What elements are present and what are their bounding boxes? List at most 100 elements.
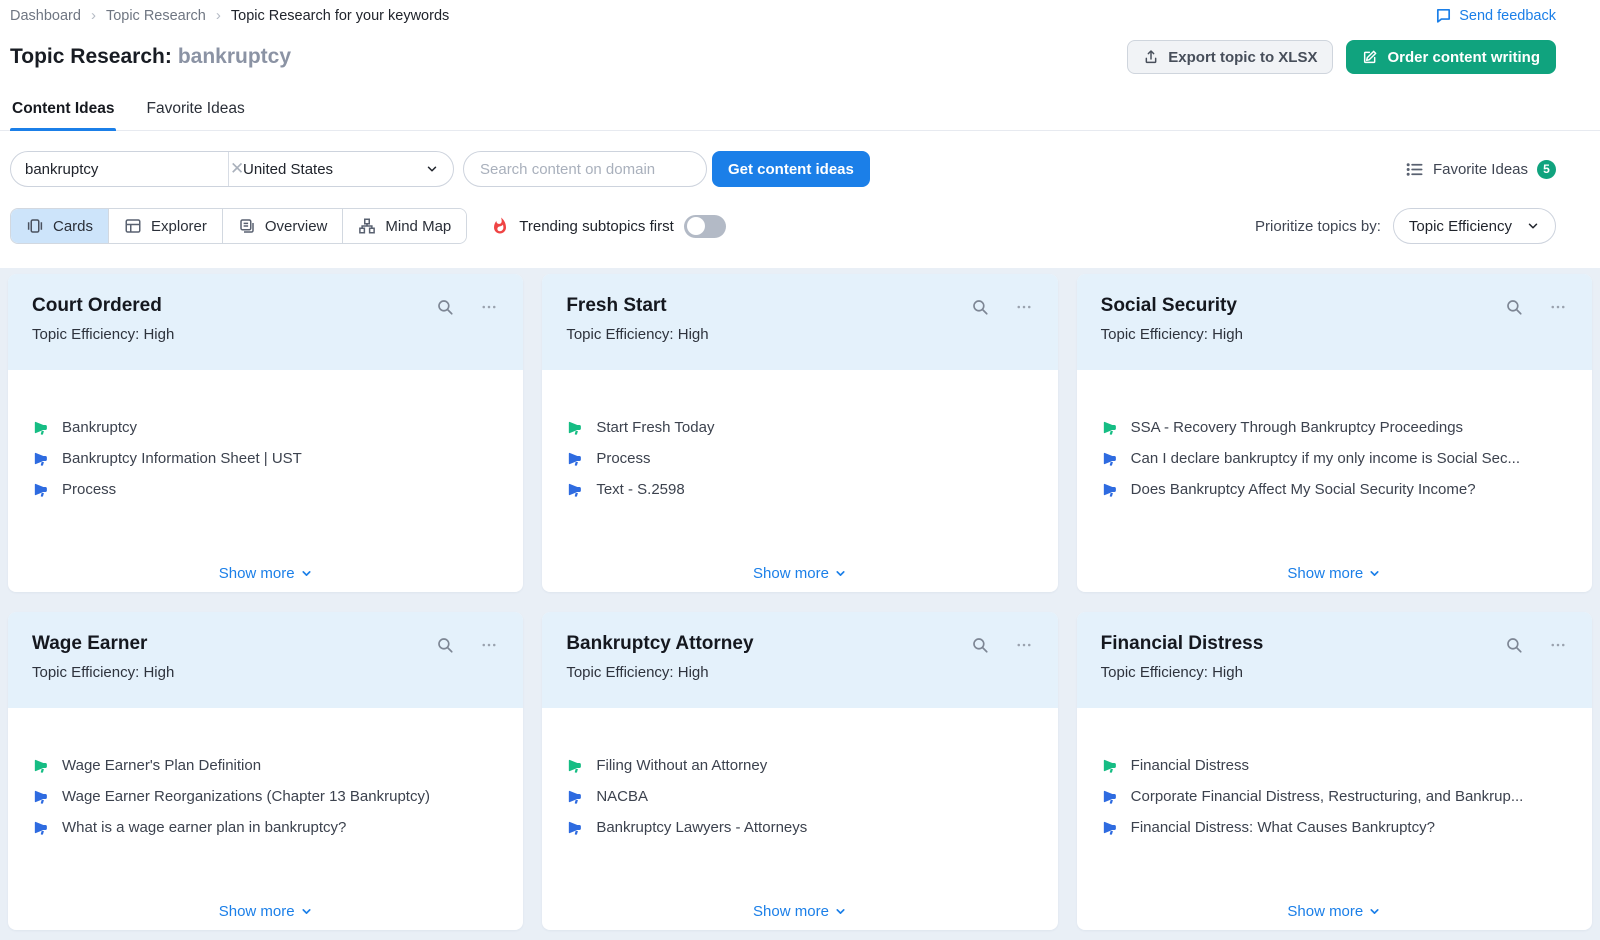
headline-item[interactable]: Does Bankruptcy Affect My Social Securit… xyxy=(1101,481,1568,498)
favorite-ideas-link[interactable]: Favorite Ideas 5 xyxy=(1405,160,1556,179)
megaphone-icon xyxy=(566,757,583,774)
megaphone-icon xyxy=(32,788,49,805)
megaphone-icon xyxy=(32,419,49,436)
topic-efficiency-label: Topic Efficiency: High xyxy=(1101,664,1568,681)
headline-text: Process xyxy=(62,481,116,498)
headline-item[interactable]: Corporate Financial Distress, Restructur… xyxy=(1101,788,1568,805)
megaphone-icon xyxy=(1101,819,1118,836)
order-content-writing-button[interactable]: Order content writing xyxy=(1346,40,1556,74)
headline-item[interactable]: Filing Without an Attorney xyxy=(566,757,1033,774)
more-options-icon[interactable] xyxy=(1014,636,1034,654)
show-more-link[interactable]: Show more xyxy=(542,565,1057,582)
megaphone-icon xyxy=(566,481,583,498)
more-options-icon[interactable] xyxy=(479,298,499,316)
headline-item[interactable]: Financial Distress: What Causes Bankrupt… xyxy=(1101,819,1568,836)
search-icon[interactable] xyxy=(971,636,989,654)
topic-efficiency-label: Topic Efficiency: High xyxy=(566,664,1033,681)
topic-card: Financial Distress Topic Efficiency: Hig… xyxy=(1077,612,1592,930)
show-more-link[interactable]: Show more xyxy=(542,903,1057,920)
show-more-label: Show more xyxy=(1287,903,1363,920)
headline-item[interactable]: What is a wage earner plan in bankruptcy… xyxy=(32,819,499,836)
search-icon[interactable] xyxy=(1505,298,1523,316)
trending-subtopics-label: Trending subtopics first xyxy=(519,218,674,235)
view-overview-button[interactable]: Overview xyxy=(223,209,344,243)
headline-item[interactable]: Can I declare bankruptcy if my only inco… xyxy=(1101,450,1568,467)
tab-favorite-ideas[interactable]: Favorite Ideas xyxy=(144,96,246,130)
search-icon[interactable] xyxy=(971,298,989,316)
breadcrumb-dashboard[interactable]: Dashboard xyxy=(10,8,81,24)
headline-item[interactable]: Process xyxy=(32,481,499,498)
show-more-link[interactable]: Show more xyxy=(1077,565,1592,582)
prioritize-topics-select[interactable]: Topic Efficiency xyxy=(1393,208,1556,244)
megaphone-icon xyxy=(1101,481,1118,498)
megaphone-icon xyxy=(566,819,583,836)
view-cards-button[interactable]: Cards xyxy=(11,209,109,243)
edit-icon xyxy=(1362,49,1378,65)
export-xlsx-button[interactable]: Export topic to XLSX xyxy=(1127,40,1333,74)
show-more-link[interactable]: Show more xyxy=(8,565,523,582)
top-section: Dashboard › Topic Research › Topic Resea… xyxy=(0,0,1600,244)
headline-item[interactable]: Start Fresh Today xyxy=(566,419,1033,436)
breadcrumb: Dashboard › Topic Research › Topic Resea… xyxy=(10,7,449,24)
headline-item[interactable]: Bankruptcy Information Sheet | UST xyxy=(32,450,499,467)
breadcrumb-current: Topic Research for your keywords xyxy=(231,8,449,24)
headline-text: Process xyxy=(596,450,650,467)
upload-icon xyxy=(1143,49,1159,65)
topic-efficiency-label: Topic Efficiency: High xyxy=(32,664,499,681)
country-select[interactable]: United States xyxy=(229,152,453,186)
headline-item[interactable]: Process xyxy=(566,450,1033,467)
topic-card: Wage Earner Topic Efficiency: High Wage … xyxy=(8,612,523,930)
view-cards-label: Cards xyxy=(53,218,93,235)
search-icon[interactable] xyxy=(436,636,454,654)
topic-card-title: Bankruptcy Attorney xyxy=(566,633,753,655)
trending-subtopics-toggle[interactable] xyxy=(684,215,726,238)
topic-card-body: Filing Without an Attorney NACBA Bankrup… xyxy=(542,708,1057,930)
tabs: Content Ideas Favorite Ideas xyxy=(0,96,1600,131)
prioritize-topics-label: Prioritize topics by: xyxy=(1255,218,1381,235)
headline-item[interactable]: Wage Earner Reorganizations (Chapter 13 … xyxy=(32,788,499,805)
topic-card-body: Wage Earner's Plan Definition Wage Earne… xyxy=(8,708,523,930)
headline-item[interactable]: SSA - Recovery Through Bankruptcy Procee… xyxy=(1101,419,1568,436)
chevron-right-icon: › xyxy=(216,7,221,24)
megaphone-icon xyxy=(1101,757,1118,774)
headline-text: Bankruptcy Information Sheet | UST xyxy=(62,450,302,467)
headline-text: Can I declare bankruptcy if my only inco… xyxy=(1131,450,1520,467)
keyword-input[interactable] xyxy=(25,161,224,178)
view-explorer-label: Explorer xyxy=(151,218,207,235)
more-options-icon[interactable] xyxy=(1548,636,1568,654)
domain-search-input[interactable] xyxy=(463,151,707,187)
topic-card: Court Ordered Topic Efficiency: High Ban… xyxy=(8,274,523,592)
send-feedback-link[interactable]: Send feedback xyxy=(1435,7,1556,24)
more-options-icon[interactable] xyxy=(479,636,499,654)
tab-content-ideas[interactable]: Content Ideas xyxy=(10,96,116,130)
more-options-icon[interactable] xyxy=(1548,298,1568,316)
show-more-link[interactable]: Show more xyxy=(8,903,523,920)
topic-card: Bankruptcy Attorney Topic Efficiency: Hi… xyxy=(542,612,1057,930)
mind-map-icon xyxy=(358,217,376,235)
show-more-label: Show more xyxy=(753,565,829,582)
favorite-ideas-label: Favorite Ideas xyxy=(1433,161,1528,178)
breadcrumb-topic-research[interactable]: Topic Research xyxy=(106,8,206,24)
headline-text: Text - S.2598 xyxy=(596,481,684,498)
topic-card-body: Financial Distress Corporate Financial D… xyxy=(1077,708,1592,930)
more-options-icon[interactable] xyxy=(1014,298,1034,316)
overview-pages-icon xyxy=(238,217,256,235)
headline-item[interactable]: Financial Distress xyxy=(1101,757,1568,774)
search-icon[interactable] xyxy=(1505,636,1523,654)
headline-item[interactable]: Wage Earner's Plan Definition xyxy=(32,757,499,774)
headline-item[interactable]: Text - S.2598 xyxy=(566,481,1033,498)
topic-card-body: Start Fresh Today Process Text - S.2598 … xyxy=(542,370,1057,592)
get-content-ideas-button[interactable]: Get content ideas xyxy=(712,151,870,187)
headline-text: Wage Earner Reorganizations (Chapter 13 … xyxy=(62,788,430,805)
headline-item[interactable]: Bankruptcy xyxy=(32,419,499,436)
search-icon[interactable] xyxy=(436,298,454,316)
headline-item[interactable]: NACBA xyxy=(566,788,1033,805)
chevron-down-icon xyxy=(300,567,313,580)
view-mind-map-button[interactable]: Mind Map xyxy=(343,209,466,243)
view-mind-map-label: Mind Map xyxy=(385,218,451,235)
view-explorer-button[interactable]: Explorer xyxy=(109,209,223,243)
headline-text: Start Fresh Today xyxy=(596,419,714,436)
show-more-link[interactable]: Show more xyxy=(1077,903,1592,920)
headline-item[interactable]: Bankruptcy Lawyers - Attorneys xyxy=(566,819,1033,836)
chevron-down-icon xyxy=(300,905,313,918)
